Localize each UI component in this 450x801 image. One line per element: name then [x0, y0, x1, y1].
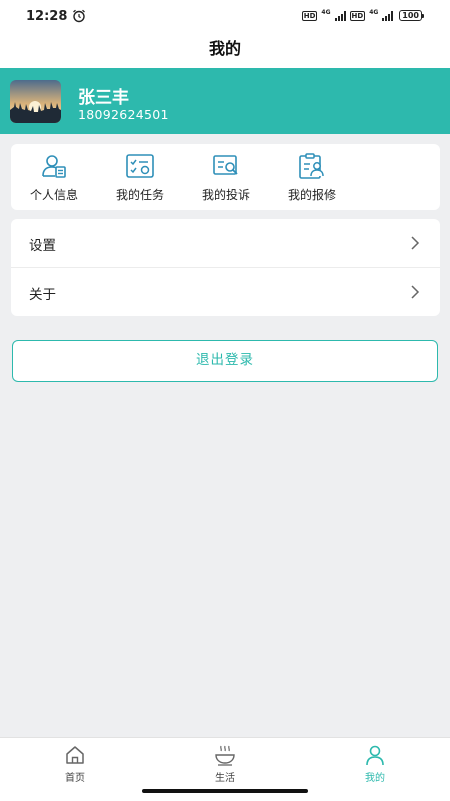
chevron-right-icon — [411, 236, 420, 250]
hd-badge: HD — [349, 10, 366, 21]
status-time: 12:28 — [26, 9, 68, 24]
alarm-icon — [73, 9, 85, 23]
shortcut-my-tasks[interactable]: 我的任务 — [97, 144, 183, 210]
menu-item-settings[interactable]: 设置 — [11, 219, 440, 268]
user-phone: 18092624501 — [78, 107, 169, 122]
signal-icon — [334, 10, 346, 21]
logout-button[interactable]: 退出登录 — [12, 340, 438, 382]
status-indicators: HD 4G HD 4G 100 — [301, 9, 424, 22]
avatar[interactable] — [10, 80, 61, 123]
task-icon — [126, 154, 154, 178]
coffee-cup-icon — [215, 745, 235, 766]
nav-item-life[interactable]: 生活 — [150, 738, 300, 788]
status-bar: 12:28 HD 4G HD 4G 100 — [0, 0, 450, 32]
logout-label: 退出登录 — [196, 352, 254, 368]
nav-item-mine[interactable]: 我的 — [300, 738, 450, 788]
profile-banner[interactable]: 张三丰 18092624501 — [0, 68, 450, 134]
shortcut-my-repairs[interactable]: 我的报修 — [269, 144, 355, 210]
shortcut-label: 我的任务 — [115, 188, 164, 202]
shortcut-card: 个人信息 我的任务 我的投诉 我的报修 — [11, 144, 440, 210]
menu-card: 设置 关于 — [11, 219, 440, 316]
signal-icon — [382, 10, 394, 21]
shortcut-label: 个人信息 — [29, 188, 78, 202]
menu-label: 设置 — [29, 238, 56, 254]
shortcut-my-complaints[interactable]: 我的投诉 — [183, 144, 269, 210]
repair-icon — [299, 153, 324, 179]
home-indicator[interactable] — [142, 789, 308, 793]
title-bar: 我的 — [0, 32, 450, 68]
user-name: 张三丰 — [78, 88, 129, 108]
complaint-icon — [213, 155, 238, 175]
shortcut-label: 我的投诉 — [201, 188, 250, 202]
shortcut-label: 我的报修 — [287, 188, 336, 202]
menu-item-about[interactable]: 关于 — [11, 268, 440, 316]
nav-label: 首页 — [65, 773, 85, 784]
hd-badge: HD — [301, 10, 318, 21]
menu-label: 关于 — [29, 287, 56, 303]
network-label: 4G — [369, 9, 379, 16]
page-title: 我的 — [208, 39, 241, 58]
network-label: 4G — [321, 9, 331, 16]
chevron-right-icon — [411, 285, 420, 299]
user-icon — [366, 745, 384, 766]
battery-level: 100 — [399, 10, 422, 21]
nav-label: 生活 — [215, 773, 235, 784]
home-icon — [66, 746, 84, 764]
nav-item-home[interactable]: 首页 — [0, 738, 150, 788]
personal-info-icon — [42, 155, 66, 178]
battery-icon: 100 — [399, 10, 424, 21]
nav-label: 我的 — [365, 773, 385, 784]
shortcut-personal-info[interactable]: 个人信息 — [11, 144, 97, 210]
